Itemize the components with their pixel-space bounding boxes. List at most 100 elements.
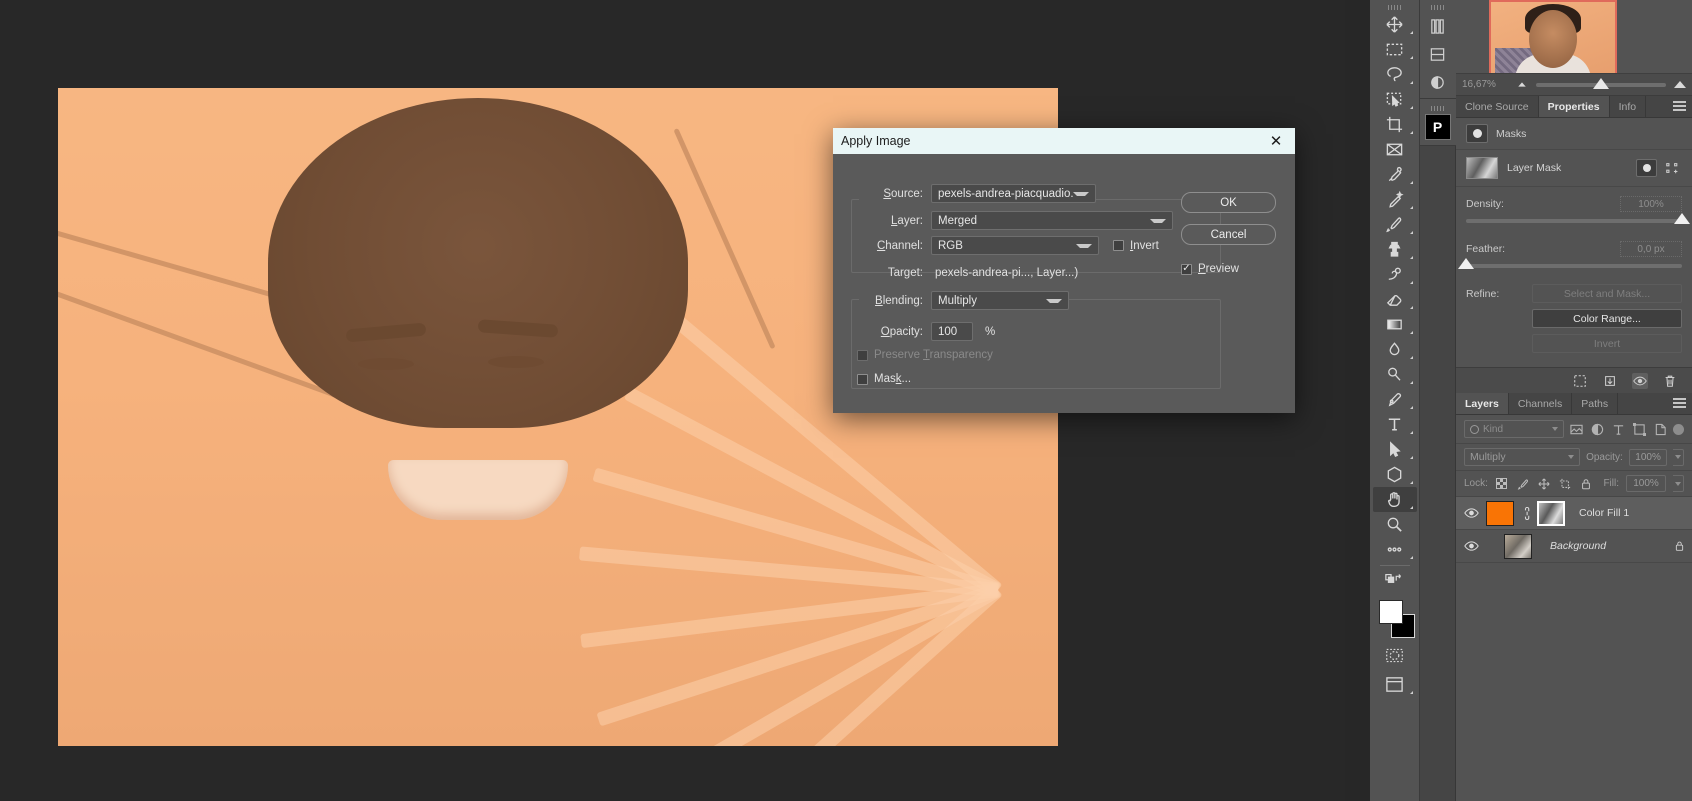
- pixel-mask-icon[interactable]: [1636, 159, 1657, 177]
- apply-image-dialog[interactable]: Apply Image ✕ Source: pexels-andrea-piac…: [833, 128, 1295, 413]
- adjustment-filter-icon[interactable]: [1589, 421, 1605, 437]
- density-slider[interactable]: [1466, 213, 1690, 224]
- toolbar-grip[interactable]: [1387, 5, 1402, 10]
- properties-footer[interactable]: [1456, 367, 1692, 393]
- tool-eraser-tool[interactable]: [1373, 287, 1417, 312]
- properties-tabstrip[interactable]: Clone Source Properties Info: [1456, 96, 1692, 118]
- tool-brush-tool[interactable]: [1373, 212, 1417, 237]
- layer-mask-thumbnail[interactable]: [1537, 500, 1565, 526]
- lock-artboard-icon[interactable]: [1558, 477, 1572, 491]
- quick-mask-icon[interactable]: [1380, 644, 1410, 666]
- styles-panel-icon[interactable]: [1420, 68, 1456, 96]
- tool-spot-healing-brush-tool[interactable]: [1373, 187, 1417, 212]
- apply-mask-icon[interactable]: [1602, 373, 1618, 389]
- tool-pen-tool[interactable]: [1373, 387, 1417, 412]
- lock-all-icon[interactable]: [1672, 540, 1686, 552]
- channel-select[interactable]: RGB: [931, 236, 1099, 255]
- color-swatches[interactable]: [1373, 598, 1417, 644]
- preview-checkbox[interactable]: [1181, 263, 1192, 275]
- table-row[interactable]: Background: [1456, 530, 1692, 563]
- layer-thumbnail[interactable]: [1486, 500, 1514, 526]
- rail-grip-2[interactable]: [1430, 106, 1445, 111]
- tool-crop-tool[interactable]: [1373, 112, 1417, 137]
- select-and-mask-button[interactable]: Select and Mask...: [1532, 284, 1682, 303]
- fill-value[interactable]: 100%: [1626, 475, 1666, 492]
- feather-slider[interactable]: [1458, 258, 1682, 269]
- rail-group-1[interactable]: [1419, 0, 1456, 99]
- blend-mode-select[interactable]: Multiply: [1464, 448, 1581, 466]
- tool-hand-tool[interactable]: [1372, 487, 1417, 512]
- tool-edit-toolbar-tool[interactable]: [1373, 537, 1417, 562]
- density-value[interactable]: 100%: [1620, 196, 1682, 212]
- density-slider-knob[interactable]: [1674, 213, 1690, 224]
- layer-visibility-toggle[interactable]: [1462, 540, 1480, 552]
- tab-channels[interactable]: Channels: [1508, 393, 1573, 414]
- zoom-slider-knob[interactable]: [1593, 77, 1610, 89]
- navigator-thumbnail[interactable]: [1489, 0, 1617, 76]
- opacity-stepper[interactable]: [1673, 448, 1684, 466]
- tab-layers[interactable]: Layers: [1456, 393, 1509, 414]
- invert-button[interactable]: Invert: [1532, 334, 1682, 353]
- invert-checkbox[interactable]: [1113, 240, 1124, 251]
- zoom-out-icon[interactable]: [1518, 82, 1526, 87]
- tab-info[interactable]: Info: [1609, 96, 1647, 117]
- tool-object-selection-tool[interactable]: [1373, 87, 1417, 112]
- table-row[interactable]: Color Fill 1: [1456, 497, 1692, 530]
- screen-mode-icon[interactable]: [1373, 672, 1417, 697]
- tool-path-selection-tool[interactable]: [1373, 437, 1417, 462]
- tool-dodge-tool[interactable]: [1373, 362, 1417, 387]
- fill-stepper[interactable]: [1673, 475, 1684, 492]
- type-filter-icon[interactable]: [1610, 421, 1626, 437]
- opacity-row[interactable]: Opacity: 100 %: [851, 322, 1291, 341]
- layer-mask-thumbnail[interactable]: [1466, 157, 1498, 179]
- rail-grip-1[interactable]: [1430, 5, 1445, 10]
- zoom-slider[interactable]: [1536, 77, 1666, 89]
- layer-filter-row[interactable]: Kind: [1456, 415, 1692, 444]
- pixel-filter-icon[interactable]: [1569, 421, 1585, 437]
- lock-image-pixels-icon[interactable]: [1516, 477, 1530, 491]
- tool-gradient-tool[interactable]: [1373, 312, 1417, 337]
- lock-row[interactable]: Lock: Fill: 100%: [1456, 471, 1692, 497]
- blend-mode-row[interactable]: Multiply Opacity: 100%: [1456, 444, 1692, 471]
- color-range-button[interactable]: Color Range...: [1532, 309, 1682, 328]
- tool-lasso-tool[interactable]: [1373, 62, 1417, 87]
- source-select[interactable]: pexels-andrea-piacquadio...: [931, 184, 1096, 203]
- navigator-footer[interactable]: 16,67%: [1456, 73, 1692, 95]
- tab-properties[interactable]: Properties: [1538, 96, 1610, 117]
- cancel-button[interactable]: Cancel: [1181, 224, 1276, 245]
- tool-shape-tool[interactable]: [1373, 462, 1417, 487]
- mask-checkbox[interactable]: [857, 373, 868, 385]
- foreground-color-swatch[interactable]: [1378, 600, 1403, 624]
- load-selection-icon[interactable]: [1572, 373, 1588, 389]
- libraries-panel-icon[interactable]: [1420, 12, 1456, 40]
- zoom-in-icon[interactable]: [1674, 81, 1686, 88]
- tab-paths[interactable]: Paths: [1572, 393, 1619, 414]
- link-icon[interactable]: [1520, 506, 1531, 520]
- feather-block[interactable]: Feather: 0,0 px: [1456, 225, 1692, 270]
- rail-group-2[interactable]: P: [1419, 99, 1456, 146]
- tab-clone-source[interactable]: Clone Source: [1456, 96, 1539, 117]
- collapsed-panel-rail[interactable]: P: [1419, 0, 1456, 801]
- properties-panel-badge[interactable]: P: [1420, 113, 1456, 141]
- opacity-value[interactable]: 100%: [1628, 448, 1668, 466]
- navigator-panel[interactable]: 16,67%: [1456, 0, 1692, 96]
- mask-row[interactable]: Mask...: [851, 373, 911, 385]
- layer-visibility-toggle[interactable]: [1462, 507, 1480, 519]
- tool-rectangular-marquee-tool[interactable]: [1373, 37, 1417, 62]
- close-icon[interactable]: ✕: [1265, 130, 1287, 152]
- toggle-mask-icon[interactable]: [1632, 372, 1648, 389]
- lock-all-icon[interactable]: [1579, 477, 1593, 491]
- opacity-input[interactable]: 100: [931, 322, 973, 341]
- lock-transparent-pixels-icon[interactable]: [1495, 477, 1509, 491]
- preserve-transparency-row[interactable]: Preserve Transparency: [851, 349, 993, 361]
- blending-row[interactable]: Blending: Multiply: [851, 291, 1291, 310]
- adjustments-panel-icon[interactable]: [1420, 40, 1456, 68]
- layers-panel-menu-icon[interactable]: [1673, 398, 1686, 409]
- layer-mask-row[interactable]: Layer Mask: [1456, 149, 1692, 187]
- preview-row[interactable]: Preview: [1181, 263, 1239, 275]
- tool-history-brush-tool[interactable]: [1373, 262, 1417, 287]
- shape-filter-icon[interactable]: [1631, 421, 1647, 437]
- preserve-transparency-checkbox[interactable]: [857, 349, 868, 361]
- smart-object-filter-icon[interactable]: [1652, 421, 1668, 437]
- layer-kind-select[interactable]: Kind: [1464, 420, 1564, 438]
